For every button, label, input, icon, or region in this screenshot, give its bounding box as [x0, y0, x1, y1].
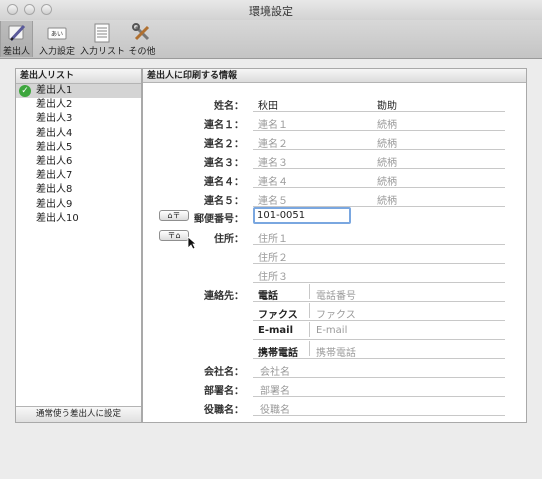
contact-type-mobile[interactable]: 携帯電話	[258, 344, 298, 359]
sender-list-item[interactable]: ✓ 差出人1	[16, 84, 141, 99]
keyboard-icon: あい	[47, 27, 67, 40]
preferences-window: 環境設定 差出人 あい 入力設定 入力リスト その他 差出人リスト ✓ 差出人1…	[0, 0, 542, 479]
last-name-field[interactable]: 秋田	[258, 97, 278, 112]
contact-type-phone[interactable]: 電話	[258, 287, 278, 302]
divider	[309, 284, 310, 299]
address-line-3-field[interactable]: 住所３	[258, 268, 288, 283]
first-name-field[interactable]: 勘助	[377, 97, 397, 112]
toolbar-input-settings-button[interactable]: あい 入力設定	[38, 21, 76, 57]
company-field[interactable]: 会社名	[260, 363, 290, 378]
mobile-field[interactable]: 携帯電話	[316, 344, 356, 359]
pen-icon	[8, 24, 25, 42]
mouse-pointer-icon	[187, 236, 197, 250]
divider	[253, 244, 505, 245]
company-label: 会社名：	[204, 367, 244, 378]
divider	[253, 130, 505, 131]
toolbar-input-list-button[interactable]: 入力リスト	[80, 21, 125, 57]
address-line-1-field[interactable]: 住所１	[258, 230, 288, 245]
tools-icon	[132, 23, 150, 41]
joint-name-field[interactable]: 連名５	[258, 192, 288, 207]
position-field[interactable]: 役職名	[260, 401, 290, 416]
joint-name-label: 連名１：	[204, 120, 244, 131]
divider	[253, 415, 505, 416]
divider	[309, 303, 310, 318]
relationship-field[interactable]: 続柄	[377, 192, 397, 207]
divider	[253, 263, 505, 264]
divider	[309, 322, 310, 337]
joint-name-label: 連名５：	[204, 196, 244, 207]
joint-name-field[interactable]: 連名１	[258, 116, 288, 131]
postal-code-label: 郵便番号：	[194, 214, 244, 225]
relationship-field[interactable]: 続柄	[377, 173, 397, 188]
sender-list-item[interactable]: 差出人7	[16, 169, 141, 183]
divider	[253, 377, 505, 378]
relationship-field[interactable]: 続柄	[377, 135, 397, 150]
divider	[253, 168, 505, 169]
divider	[253, 187, 505, 188]
divider	[253, 358, 505, 359]
set-default-sender-button[interactable]: 通常使う差出人に設定	[16, 406, 141, 422]
list-icon	[94, 23, 110, 43]
sender-list-item[interactable]: 差出人2	[16, 98, 141, 112]
department-field[interactable]: 部署名	[260, 382, 290, 397]
sender-list-header: 差出人リスト	[16, 69, 141, 84]
joint-name-field[interactable]: 連名４	[258, 173, 288, 188]
department-label: 部署名：	[204, 386, 244, 397]
postal-code-field[interactable]: 101-0051	[253, 207, 351, 224]
phone-field[interactable]: 電話番号	[316, 287, 356, 302]
divider	[253, 149, 505, 150]
sender-list-item[interactable]: 差出人4	[16, 127, 141, 141]
divider	[253, 320, 505, 321]
divider	[253, 339, 505, 340]
sender-list-item[interactable]: 差出人5	[16, 141, 141, 155]
divider	[253, 396, 505, 397]
contact-type-email[interactable]: E-mail	[258, 325, 293, 336]
window-title: 環境設定	[249, 5, 293, 18]
relationship-field[interactable]: 続柄	[377, 116, 397, 131]
email-field[interactable]: E-mail	[316, 325, 347, 336]
joint-name-field[interactable]: 連名２	[258, 135, 288, 150]
title-bar: 環境設定	[0, 0, 542, 21]
sender-list-item[interactable]: 差出人10	[16, 212, 141, 226]
contact-type-fax[interactable]: ファクス	[258, 306, 298, 321]
divider	[253, 111, 505, 112]
sender-list-item[interactable]: 差出人6	[16, 155, 141, 169]
sender-list-item[interactable]: 差出人3	[16, 112, 141, 126]
relationship-field[interactable]: 続柄	[377, 154, 397, 169]
check-icon: ✓	[19, 85, 31, 97]
joint-name-field[interactable]: 連名３	[258, 154, 288, 169]
sender-list-item[interactable]: 差出人8	[16, 183, 141, 197]
toolbar: 差出人 あい 入力設定 入力リスト その他	[0, 20, 542, 59]
joint-name-label: 連名２：	[204, 139, 244, 150]
joint-name-label: 連名３：	[204, 158, 244, 169]
divider	[253, 301, 505, 302]
sender-list-item[interactable]: 差出人9	[16, 198, 141, 212]
divider	[253, 282, 505, 283]
fax-field[interactable]: ファクス	[316, 306, 356, 321]
details-header: 差出人に印刷する情報	[143, 69, 526, 83]
name-label: 姓名：	[214, 101, 244, 112]
sender-list-panel: 差出人リスト ✓ 差出人1 差出人2 差出人3 差出人4 差出人5 差出人6 差…	[15, 68, 142, 423]
joint-name-label: 連名４：	[204, 177, 244, 188]
toolbar-other-button[interactable]: その他	[126, 21, 158, 57]
position-label: 役職名：	[204, 405, 244, 416]
divider	[309, 341, 310, 356]
toolbar-sender-button[interactable]: 差出人	[0, 21, 33, 57]
contact-label: 連絡先：	[204, 291, 244, 302]
svg-text:あい: あい	[51, 31, 63, 38]
address-line-2-field[interactable]: 住所２	[258, 249, 288, 264]
